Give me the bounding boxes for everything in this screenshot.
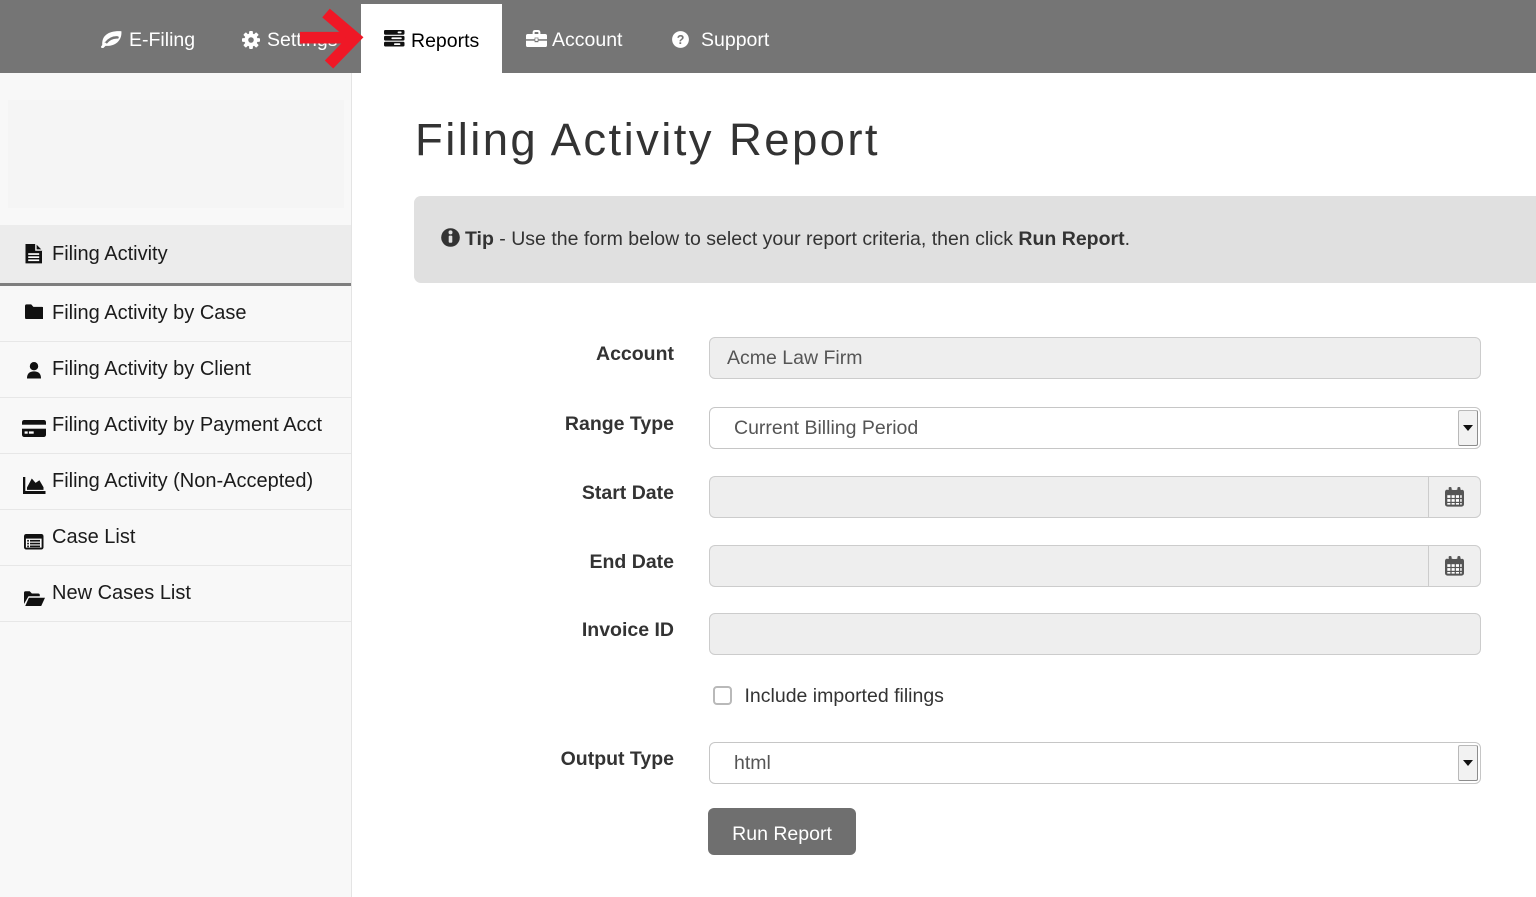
svg-text:?: ? [677,33,685,47]
